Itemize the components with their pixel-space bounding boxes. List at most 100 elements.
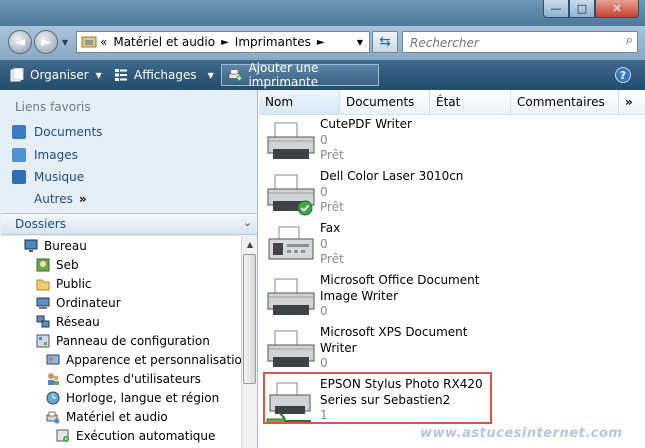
favorite-link-images[interactable]: Images <box>12 146 78 164</box>
tree-item-label: Exécution automatique <box>76 429 216 443</box>
favorite-link-documents[interactable]: Documents <box>12 123 102 141</box>
folder-tree-scrollbar[interactable]: ▲ <box>241 236 257 448</box>
tree-item-label: Matériel et audio <box>66 410 168 424</box>
search-icon[interactable]: ⌕ <box>626 33 633 48</box>
tree-item-label: Public <box>56 277 92 291</box>
tree-item-comptes[interactable]: Comptes d'utilisateurs <box>46 370 201 388</box>
add-printer-button[interactable]: Ajouter une imprimante <box>221 61 379 89</box>
scrollbar-thumb[interactable] <box>243 254 256 384</box>
clock-globe-icon <box>46 391 60 405</box>
breadcrumb-separator-icon[interactable]: ► <box>317 37 325 48</box>
tree-item-label: Réseau <box>56 315 100 329</box>
printer-item-fax[interactable]: Fax 0 Prêt <box>265 221 645 271</box>
tree-item-label: Apparence et personnalisation <box>66 353 250 367</box>
tree-item-bureau[interactable]: Bureau <box>24 237 87 255</box>
tree-item-public[interactable]: Public <box>36 275 92 293</box>
printer-icon <box>267 278 315 315</box>
printer-text: Fax 0 Prêt <box>320 221 344 268</box>
users-icon <box>48 373 59 385</box>
column-header-etat[interactable]: État <box>430 90 511 114</box>
folders-header[interactable]: Dossiers ⌄ <box>1 213 257 235</box>
watermark: www.astucesinternet.com <box>420 426 623 441</box>
tree-item-label: Comptes d'utilisateurs <box>66 372 201 386</box>
favorite-label: Documents <box>34 125 103 139</box>
hardware-icon <box>46 411 60 424</box>
chevron-down-icon: ▼ <box>207 70 214 80</box>
printer-name: Dell Color Laser 3010cn <box>320 169 464 183</box>
tree-item-apparence[interactable]: Apparence et personnalisation <box>46 351 250 369</box>
breadcrumb-item-imprimantes[interactable]: Imprimantes <box>235 35 311 49</box>
autoplay-icon <box>56 429 69 442</box>
breadcrumb-separator-icon[interactable]: ► <box>221 37 229 48</box>
tree-item-label: Ordinateur <box>56 296 121 310</box>
maximize-button[interactable]: □ <box>569 0 595 18</box>
column-header-nom[interactable]: Nom <box>259 90 340 114</box>
back-button[interactable]: ◄ <box>8 30 32 54</box>
organize-label: Organiser <box>30 68 89 82</box>
refresh-button[interactable]: ⇆ <box>372 31 398 53</box>
search-input[interactable] <box>408 35 612 51</box>
address-dropdown-icon[interactable]: ▼ <box>357 38 363 47</box>
favorite-label: Musique <box>34 170 85 184</box>
printer-status: Prêt <box>320 200 344 214</box>
printer-name: Microsoft XPS Document <box>320 325 468 339</box>
tree-item-label: Seb <box>56 258 79 272</box>
printer-name: CutePDF Writer <box>320 117 412 131</box>
tree-item-reseau[interactable]: Réseau <box>36 313 100 331</box>
printer-name: Fax <box>320 221 341 235</box>
add-printer-icon <box>228 69 243 81</box>
tree-item-seb[interactable]: Seb <box>36 256 79 274</box>
favorites-title: Liens favoris <box>15 100 91 114</box>
address-bar-region: ◄ ► ▼ « Matériel et audio ► Imprimantes … <box>0 26 645 60</box>
default-printer-icon <box>267 174 315 216</box>
documents-icon <box>12 125 26 139</box>
printer-folder-icon <box>81 36 97 48</box>
columns-overflow-icon: » <box>625 95 633 109</box>
printer-item-ms-xps-writer[interactable]: Microsoft XPS Document Writer 0 <box>265 325 645 375</box>
printer-documents: 0 <box>320 236 328 251</box>
tree-item-ordinateur[interactable]: Ordinateur <box>36 294 121 312</box>
breadcrumb-overflow[interactable]: « <box>100 35 107 49</box>
forward-button[interactable]: ► <box>34 30 58 54</box>
chevron-down-icon: ⌄ <box>242 216 252 229</box>
close-button[interactable]: ✕ <box>595 0 639 18</box>
column-label: Documents <box>346 95 415 109</box>
favorite-link-musique[interactable]: Musique <box>12 168 84 186</box>
tree-item-horloge[interactable]: Horloge, langue et région <box>46 389 219 407</box>
printer-name: Microsoft Office Document <box>320 273 480 287</box>
history-dropdown-icon[interactable]: ▼ <box>62 38 68 47</box>
search-box[interactable]: ⌕ <box>402 31 638 53</box>
columns-overflow-button[interactable]: » <box>619 90 645 114</box>
scroll-up-arrow-icon[interactable]: ▲ <box>243 237 257 251</box>
printer-documents: 0 <box>320 184 328 199</box>
organize-menu-button[interactable]: Organiser ▼ <box>10 66 102 84</box>
printer-text: Microsoft XPS Document Writer 0 <box>320 325 467 372</box>
tree-item-execution-auto[interactable]: Exécution automatique <box>56 427 215 445</box>
printer-text: Microsoft Office Document Image Writer 0 <box>320 273 479 320</box>
window-controls: — □ ✕ <box>543 0 639 18</box>
breadcrumb-item-materiel-audio[interactable]: Matériel et audio <box>113 35 215 49</box>
printer-item-dell[interactable]: Dell Color Laser 3010cn 0 Prêt <box>265 169 645 219</box>
folder-icon <box>36 279 50 291</box>
views-menu-button[interactable]: Affichages ▼ <box>114 66 214 84</box>
help-button[interactable]: ? <box>615 67 631 83</box>
column-header-commentaires[interactable]: Commentaires <box>511 90 619 114</box>
pictures-icon <box>12 148 26 162</box>
user-folder-icon <box>36 258 50 272</box>
tree-item-panneau-configuration[interactable]: Panneau de configuration <box>36 332 210 350</box>
navigation-pane: Liens favoris Documents Images Musique A… <box>0 90 258 448</box>
printer-documents: 0 <box>320 304 328 318</box>
printer-documents: 0 <box>320 356 328 370</box>
column-label: Commentaires <box>517 95 605 109</box>
printer-item-ms-office-image-writer[interactable]: Microsoft Office Document Image Writer 0 <box>265 273 645 323</box>
printer-status: Prêt <box>320 148 344 162</box>
printer-icon <box>267 330 315 367</box>
address-bar[interactable]: « Matériel et audio ► Imprimantes ► ▼ <box>76 31 370 53</box>
printer-icon <box>267 122 315 159</box>
column-header-documents[interactable]: Documents <box>340 90 430 114</box>
printer-item-cutepdf[interactable]: CutePDF Writer 0 Prêt <box>265 117 645 167</box>
tree-item-materiel-audio[interactable]: Matériel et audio <box>46 408 168 426</box>
favorite-link-autres[interactable]: Autres » <box>34 190 87 208</box>
minimize-button[interactable]: — <box>543 0 569 18</box>
window-titlebar: — □ ✕ <box>0 0 645 26</box>
